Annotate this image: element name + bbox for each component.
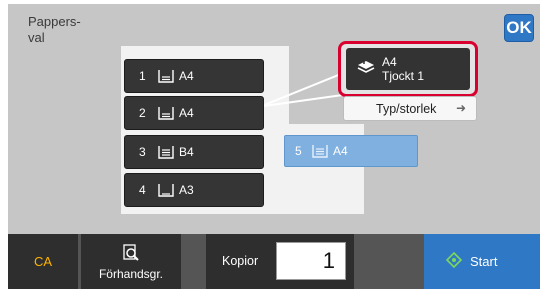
tray-2-button[interactable]: 2 A4 <box>124 96 264 130</box>
start-button[interactable]: Start <box>424 234 540 289</box>
tray-number: 2 <box>139 106 146 120</box>
paper-stack-icon <box>356 58 376 81</box>
preview-label: Förhandsgr. <box>98 267 164 281</box>
tray-number: 3 <box>139 145 146 159</box>
copies-input[interactable]: 1 <box>276 242 346 280</box>
tray-size: A4 <box>179 69 194 83</box>
paper-tray-icon <box>157 182 175 198</box>
tray-4-button[interactable]: 4 A3 <box>124 173 264 207</box>
ca-button[interactable]: CA <box>8 234 78 289</box>
paper-tray-icon <box>157 68 175 84</box>
magnifier-document-icon <box>121 243 141 266</box>
tray-3-button[interactable]: 3 B4 <box>124 135 264 169</box>
tray-size: A4 <box>179 106 194 120</box>
selected-paper-text: A4 Tjockt 1 <box>382 55 424 83</box>
bypass-tray-button[interactable]: 5 A4 <box>284 135 418 167</box>
preview-button[interactable]: Förhandsgr. <box>81 234 181 289</box>
ok-button[interactable]: OK <box>504 14 534 42</box>
selected-paper-highlight: A4 Tjockt 1 <box>338 41 478 97</box>
copies-label: Kopior <box>222 254 259 268</box>
selected-paper-type: Tjockt 1 <box>382 69 425 83</box>
start-diamond-icon <box>445 251 463 271</box>
tray-number: 1 <box>139 69 146 83</box>
start-label: Start <box>470 254 498 269</box>
paper-select-screen: Pappers- val OK 1 A4 2 A4 3 B4 4 A3 A4 T… <box>8 4 540 289</box>
copies-area: Kopior 1 <box>206 234 354 289</box>
tray-size: A3 <box>179 183 194 197</box>
selected-paper-size: A4 <box>382 55 397 69</box>
type-size-label: Typ/storlek <box>376 101 437 116</box>
tray-number: 4 <box>139 183 146 197</box>
page-title: Pappers- val <box>28 14 81 45</box>
arrow-right-icon: ➜ <box>455 101 466 115</box>
paper-tray-icon <box>157 144 175 160</box>
paper-tray-icon <box>157 105 175 121</box>
paper-tray-icon <box>311 143 329 159</box>
tray-1-button[interactable]: 1 A4 <box>124 59 264 93</box>
tray-size: A4 <box>333 144 348 158</box>
selected-paper-button[interactable]: A4 Tjockt 1 <box>346 48 470 90</box>
type-size-button[interactable]: Typ/storlek ➜ <box>343 96 477 121</box>
tray-number: 5 <box>295 144 302 158</box>
tray-size: B4 <box>179 145 194 159</box>
